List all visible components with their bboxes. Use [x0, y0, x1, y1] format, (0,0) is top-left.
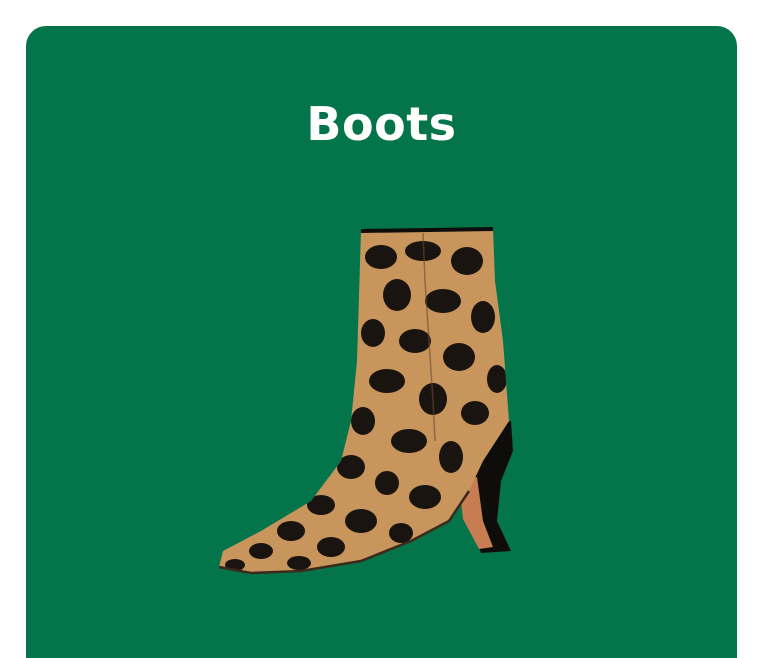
category-title: Boots [306, 97, 457, 151]
leopard-boot-image [211, 221, 541, 581]
category-card-boots[interactable]: Boots [26, 26, 737, 658]
page: Boots [0, 0, 763, 658]
boot-illustration-icon [218, 227, 513, 575]
